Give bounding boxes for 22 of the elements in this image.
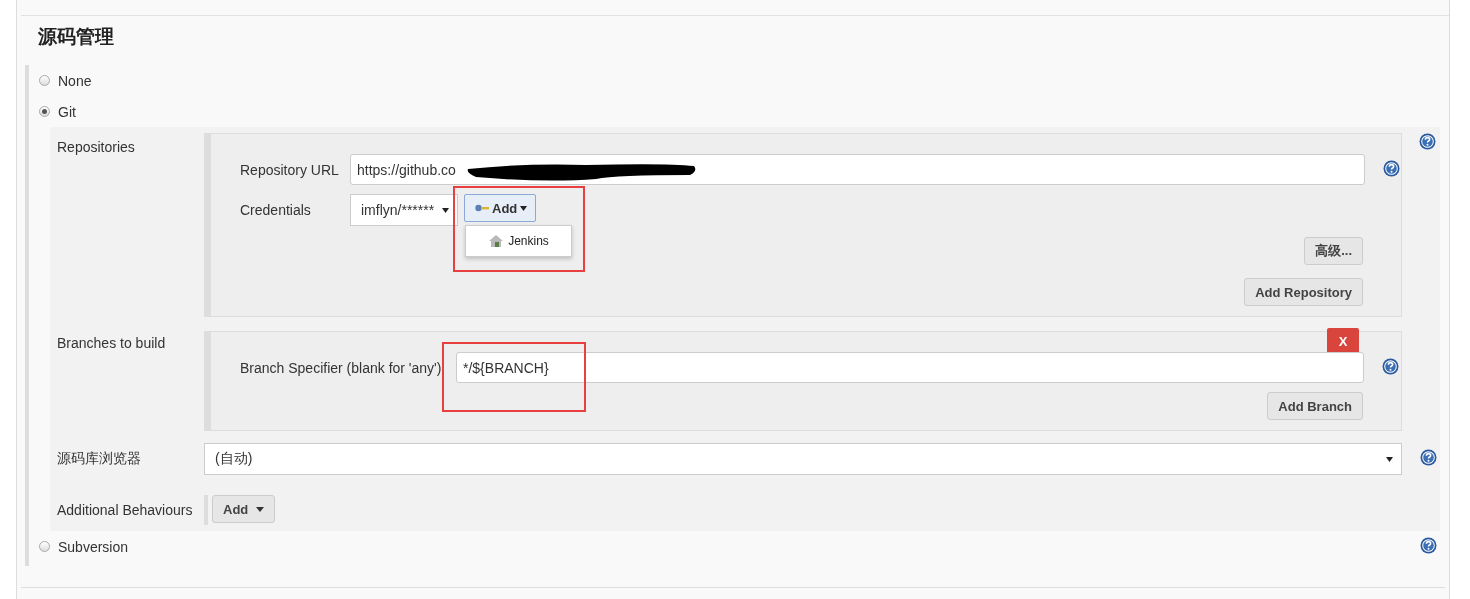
advanced-button[interactable]: 高级... bbox=[1304, 237, 1363, 265]
url-field[interactable]: https://github.co bbox=[350, 154, 1365, 185]
delete-button[interactable]: X bbox=[1327, 328, 1359, 354]
add-branch-button[interactable]: Add Branch bbox=[1267, 392, 1363, 420]
field-label: Additional Behaviours bbox=[57, 502, 193, 518]
radio-label: None bbox=[58, 72, 92, 89]
radio-label: Subversion bbox=[58, 538, 129, 555]
branch-specifier-field[interactable]: */${BRANCH} bbox=[456, 352, 1364, 383]
field-label: 源码库浏览器 bbox=[57, 450, 141, 466]
field-label: Credentials bbox=[240, 201, 312, 218]
credentials-dropdown[interactable]: imflyn/****** bbox=[350, 194, 458, 226]
field-label: Branches to build bbox=[57, 335, 166, 351]
field-label: Repository URL bbox=[240, 161, 340, 178]
field-label: Branch Specifier (blank for 'any') bbox=[240, 359, 443, 376]
browser-dropdown[interactable]: (自动) bbox=[204, 443, 1402, 475]
menu-item[interactable]: Jenkins bbox=[508, 234, 549, 248]
add-repository-button[interactable]: Add Repository bbox=[1244, 278, 1363, 306]
section-title: 源码管理 bbox=[38, 24, 114, 49]
add-credentials-button[interactable]: Add bbox=[464, 194, 537, 222]
field-label: Repositories bbox=[57, 139, 135, 155]
radio-label: Git bbox=[58, 103, 76, 120]
add-behaviour-button[interactable]: Add bbox=[212, 495, 276, 523]
